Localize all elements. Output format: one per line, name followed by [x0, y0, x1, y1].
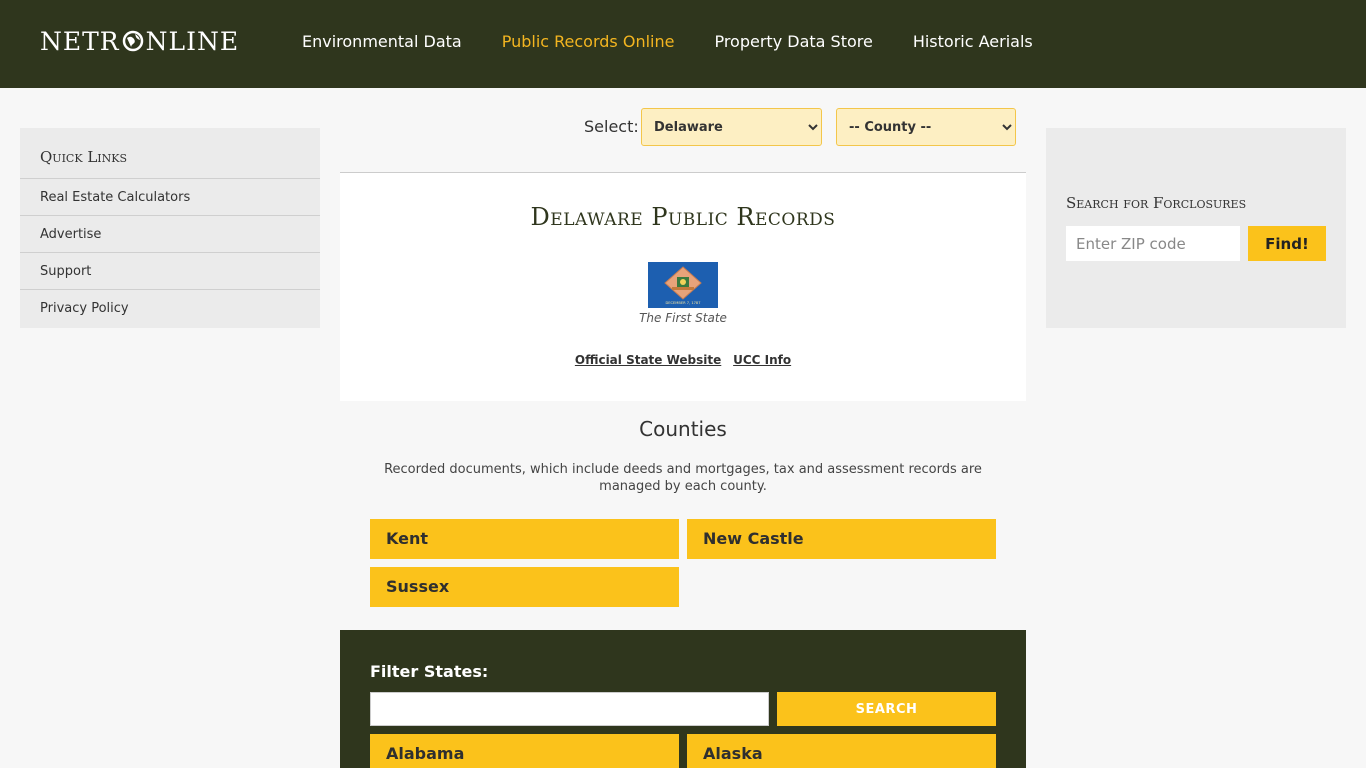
page-title: Delaware Public Records: [530, 203, 836, 231]
counties-heading: Counties: [639, 417, 727, 441]
quick-link-real-estate-calculators[interactable]: Real Estate Calculators: [20, 179, 320, 216]
state-button-alaska[interactable]: Alaska: [687, 734, 996, 768]
official-state-website-link[interactable]: Official State Website: [575, 353, 721, 367]
foreclosure-title: Search for Forclosures: [1066, 194, 1247, 212]
search-button[interactable]: SEARCH: [777, 692, 996, 726]
globe-icon: [122, 30, 143, 52]
nav-environmental-data[interactable]: Environmental Data: [302, 32, 462, 51]
quick-link-privacy-policy[interactable]: Privacy Policy: [20, 290, 320, 327]
state-select[interactable]: Delaware: [641, 108, 822, 146]
logo-text-right: NLINE: [145, 26, 240, 56]
quick-links-panel: Quick Links Real Estate Calculators Adve…: [20, 128, 320, 328]
state-motto: The First State: [639, 311, 727, 325]
filter-states-label: Filter States:: [370, 662, 489, 681]
county-button-kent[interactable]: Kent: [370, 519, 679, 559]
county-select[interactable]: -- County --: [836, 108, 1016, 146]
state-info-card: Delaware Public Records DECEMBER 7, 1787…: [340, 172, 1026, 401]
foreclosure-search-panel: Search for Forclosures Find!: [1046, 128, 1346, 328]
county-button-new-castle[interactable]: New Castle: [687, 519, 996, 559]
flag-date-text: DECEMBER 7, 1787: [665, 301, 700, 305]
logo-text-left: NETR: [40, 26, 120, 56]
zip-code-input[interactable]: [1066, 226, 1240, 261]
select-label: Select:: [584, 117, 639, 136]
quick-link-support[interactable]: Support: [20, 253, 320, 290]
delaware-flag-icon: DECEMBER 7, 1787: [648, 262, 718, 308]
quick-link-advertise[interactable]: Advertise: [20, 216, 320, 253]
nav-property-data-store[interactable]: Property Data Store: [714, 32, 872, 51]
ucc-info-link[interactable]: UCC Info: [733, 353, 791, 367]
main-nav: Environmental Data Public Records Online…: [302, 32, 1033, 51]
counties-description: Recorded documents, which include deeds …: [384, 462, 982, 494]
filter-states-panel: Filter States: SEARCH Alabama Alaska: [340, 630, 1026, 768]
site-logo[interactable]: NETR NLINE: [40, 26, 239, 56]
state-links: Official State Website UCC Info: [340, 353, 1026, 367]
nav-public-records-online[interactable]: Public Records Online: [502, 32, 675, 51]
nav-historic-aerials[interactable]: Historic Aerials: [913, 32, 1033, 51]
filter-states-input[interactable]: [370, 692, 769, 726]
quick-links-title: Quick Links: [20, 128, 320, 179]
county-button-sussex[interactable]: Sussex: [370, 567, 679, 607]
site-header: NETR NLINE Environmental Data Public Rec…: [0, 0, 1366, 88]
find-button[interactable]: Find!: [1248, 226, 1326, 261]
state-button-alabama[interactable]: Alabama: [370, 734, 679, 768]
